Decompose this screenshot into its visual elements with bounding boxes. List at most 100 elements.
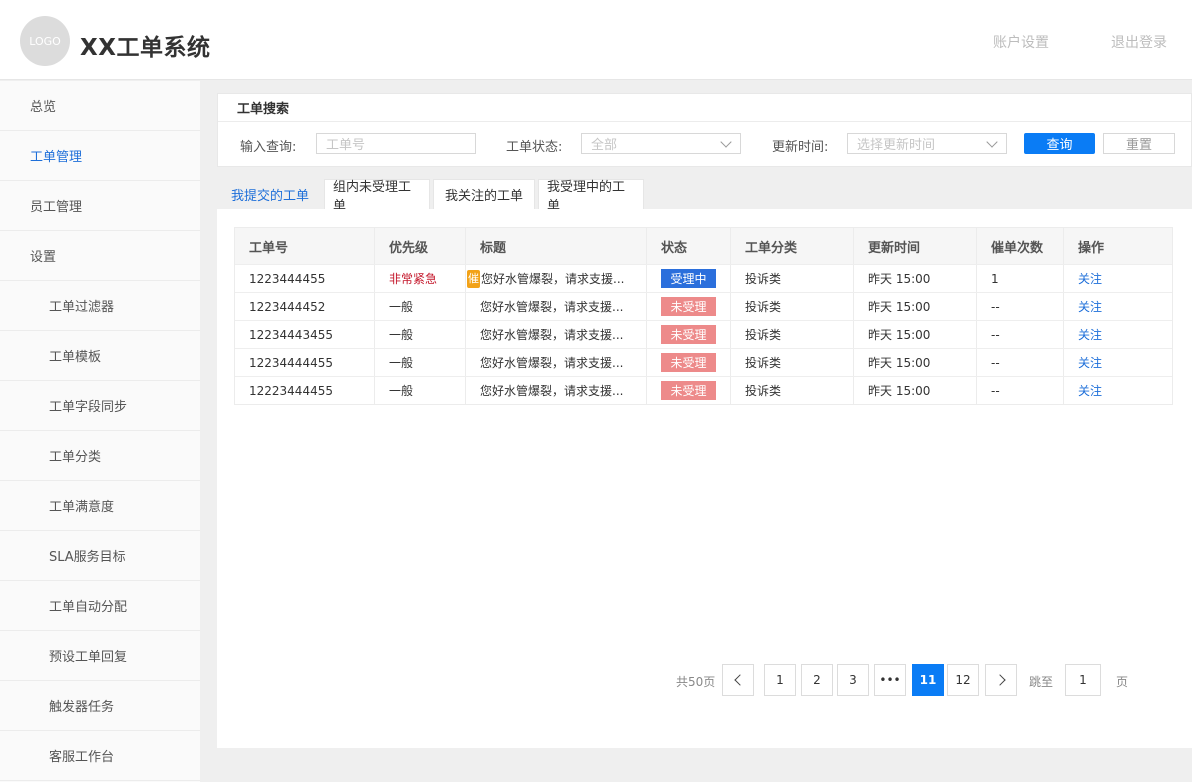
account-settings-link[interactable]: 账户设置 (993, 32, 1049, 52)
tab-my-processing[interactable]: 我受理中的工单 (538, 179, 644, 214)
query-input[interactable]: 工单号 (316, 133, 476, 154)
table-row[interactable]: 1223444452 一般 您好水管爆裂，请求支援... 未受理 投诉类 昨天 … (235, 292, 1172, 320)
status-cell: 未受理 (647, 377, 731, 404)
table-row[interactable]: 12234444455 一般 您好水管爆裂，请求支援... 未受理 投诉类 昨天… (235, 348, 1172, 376)
sidebar-item-ticket-filter[interactable]: 工单过滤器 (0, 281, 200, 331)
status-badge: 未受理 (661, 325, 716, 344)
tab-my-submitted[interactable]: 我提交的工单 (222, 179, 318, 209)
page-button[interactable]: 12 (947, 664, 979, 696)
title-cell: 催 您好水管爆裂，请求支援... (466, 265, 647, 292)
search-panel: 工单搜索 输入查询: 工单号 工单状态: 全部 更新时间: 选择更新时间 查询 … (217, 93, 1192, 167)
reminder-count: -- (977, 293, 1064, 320)
logo: LOGO (20, 16, 70, 66)
category: 投诉类 (731, 321, 854, 348)
app-title: XX工单系统 (80, 35, 211, 61)
reminder-count: -- (977, 349, 1064, 376)
ticket-id: 1223444452 (235, 293, 375, 320)
table-row[interactable]: 12223444455 一般 您好水管爆裂，请求支援... 未受理 投诉类 昨天… (235, 376, 1172, 404)
priority: 一般 (375, 377, 466, 404)
status-badge: 未受理 (661, 381, 716, 400)
app-header: LOGO XX工单系统 账户设置 退出登录 (0, 0, 1192, 80)
reset-button[interactable]: 重置 (1103, 133, 1175, 154)
table-row[interactable]: 12234443455 一般 您好水管爆裂，请求支援... 未受理 投诉类 昨天… (235, 320, 1172, 348)
action-cell: 关注 (1064, 293, 1172, 320)
status-cell: 未受理 (647, 349, 731, 376)
updated-time: 昨天 15:00 (854, 321, 977, 348)
column-header: 状态 (647, 228, 731, 264)
column-header: 工单号 (235, 228, 375, 264)
tab-group-unaccepted[interactable]: 组内未受理工单 (324, 179, 430, 214)
sidebar-item-settings[interactable]: 设置 (0, 231, 200, 281)
ticket-id: 1223444455 (235, 265, 375, 292)
sidebar-item-satisfaction[interactable]: 工单满意度 (0, 481, 200, 531)
sidebar-item-ticket-management[interactable]: 工单管理 (0, 131, 200, 181)
status-cell: 未受理 (647, 293, 731, 320)
sidebar-item-ticket-category[interactable]: 工单分类 (0, 431, 200, 481)
status-badge: 未受理 (661, 353, 716, 372)
status-cell: 受理中 (647, 265, 731, 292)
ticket-title[interactable]: 您好水管爆裂，请求支援... (466, 293, 647, 320)
chevron-down-icon (986, 136, 998, 148)
action-cell: 关注 (1064, 321, 1172, 348)
follow-link[interactable]: 关注 (1078, 298, 1102, 315)
page-button[interactable]: 2 (801, 664, 833, 696)
prev-page-button[interactable] (722, 664, 754, 696)
goto-page-input[interactable]: 1 (1065, 664, 1101, 696)
action-cell: 关注 (1064, 265, 1172, 292)
time-placeholder: 选择更新时间 (857, 138, 936, 153)
status-badge: 受理中 (661, 269, 716, 288)
ticket-id: 12234444455 (235, 349, 375, 376)
follow-link[interactable]: 关注 (1078, 326, 1102, 343)
ticket-title[interactable]: 您好水管爆裂，请求支援... (466, 377, 647, 404)
action-cell: 关注 (1064, 349, 1172, 376)
page-button-current[interactable]: 11 (912, 664, 944, 696)
next-page-button[interactable] (985, 664, 1017, 696)
sidebar-item-overview[interactable]: 总览 (0, 81, 200, 131)
ticket-title[interactable]: 您好水管爆裂，请求支援... (466, 349, 647, 376)
sidebar-item-trigger-task[interactable]: 触发器任务 (0, 681, 200, 731)
status-label: 工单状态: (506, 140, 563, 155)
sidebar-item-ticket-template[interactable]: 工单模板 (0, 331, 200, 381)
reminder-badge: 催 (467, 269, 480, 288)
ticket-title[interactable]: 您好水管爆裂，请求支援... (481, 270, 624, 287)
logout-link[interactable]: 退出登录 (1111, 32, 1167, 52)
status-select-value: 全部 (591, 138, 618, 153)
category: 投诉类 (731, 265, 854, 292)
page-ellipsis-button[interactable]: ••• (874, 664, 906, 696)
sidebar-item-preset-reply[interactable]: 预设工单回复 (0, 631, 200, 681)
follow-link[interactable]: 关注 (1078, 354, 1102, 371)
priority: 非常紧急 (375, 265, 466, 292)
status-select[interactable]: 全部 (581, 133, 741, 154)
category: 投诉类 (731, 349, 854, 376)
updated-time: 昨天 15:00 (854, 265, 977, 292)
column-header: 工单分类 (731, 228, 854, 264)
page-button[interactable]: 1 (764, 664, 796, 696)
reminder-count: -- (977, 321, 1064, 348)
page-button[interactable]: 3 (837, 664, 869, 696)
sidebar-item-sla[interactable]: SLA服务目标 (0, 531, 200, 581)
priority: 一般 (375, 349, 466, 376)
tab-my-followed[interactable]: 我关注的工单 (433, 179, 535, 209)
sidebar-item-agent-workbench[interactable]: 客服工作台 (0, 731, 200, 781)
ticket-id: 12223444455 (235, 377, 375, 404)
ticket-id: 12234443455 (235, 321, 375, 348)
ticket-title[interactable]: 您好水管爆裂，请求支援... (466, 321, 647, 348)
sidebar-item-auto-assign[interactable]: 工单自动分配 (0, 581, 200, 631)
priority: 一般 (375, 321, 466, 348)
total-pages-text: 共50页 (676, 675, 716, 689)
action-cell: 关注 (1064, 377, 1172, 404)
time-picker[interactable]: 选择更新时间 (847, 133, 1007, 154)
column-header: 标题 (466, 228, 647, 264)
sidebar-item-staff-management[interactable]: 员工管理 (0, 181, 200, 231)
reminder-count: -- (977, 377, 1064, 404)
follow-link[interactable]: 关注 (1078, 382, 1102, 399)
category: 投诉类 (731, 377, 854, 404)
goto-label: 跳至 (1029, 675, 1054, 689)
column-header: 优先级 (375, 228, 466, 264)
sidebar: 总览 工单管理 员工管理 设置 工单过滤器 工单模板 工单字段同步 工单分类 工… (0, 81, 200, 782)
query-button[interactable]: 查询 (1024, 133, 1095, 154)
sidebar-item-field-sync[interactable]: 工单字段同步 (0, 381, 200, 431)
table-row[interactable]: 1223444455 非常紧急 催 您好水管爆裂，请求支援... 受理中 投诉类… (235, 264, 1172, 292)
chevron-left-icon (733, 674, 746, 686)
follow-link[interactable]: 关注 (1078, 270, 1102, 287)
